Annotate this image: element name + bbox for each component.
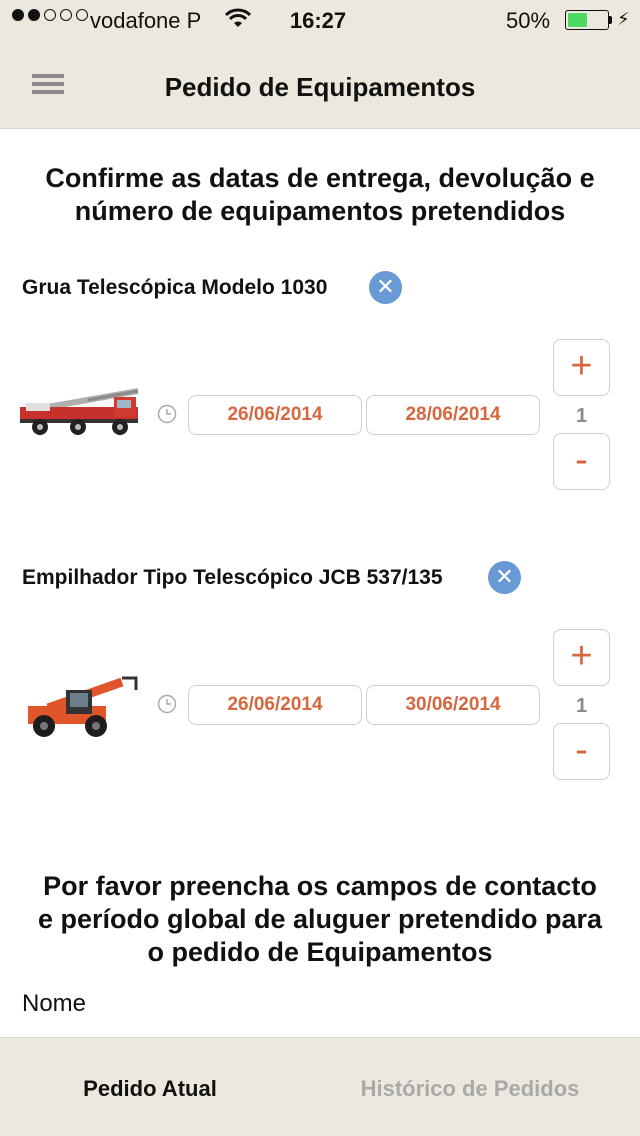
increase-quantity-button[interactable]: +: [553, 339, 610, 396]
remove-item-icon[interactable]: ✕: [488, 561, 521, 594]
page-title: Pedido de Equipamentos: [164, 72, 476, 102]
name-field-label: Nome: [22, 990, 87, 1017]
crane-truck-image: [18, 385, 144, 442]
contact-heading-line-3: o pedido de Equipamentos: [147, 937, 493, 967]
contact-heading-line-2: e período global de aluguer pretendido p…: [37, 904, 603, 934]
tab-current-order[interactable]: Pedido Atual: [0, 1076, 300, 1102]
intro-heading-line-2: número de equipamentos pretendidos: [74, 196, 566, 226]
remove-item-icon[interactable]: ✕: [369, 271, 402, 304]
start-date-field[interactable]: 26/06/2014: [188, 395, 362, 435]
clock-icon: [157, 404, 177, 424]
decrease-quantity-button[interactable]: -: [553, 723, 610, 780]
contact-heading: Por favor preencha os campos de contacto…: [0, 870, 640, 969]
end-date-field[interactable]: 30/06/2014: [366, 685, 540, 725]
increase-quantity-button[interactable]: +: [553, 629, 610, 686]
contact-heading-line-1: Por favor preencha os campos de contacto: [43, 871, 597, 901]
tab-order-history[interactable]: Histórico de Pedidos: [310, 1076, 630, 1102]
battery-percentage: 50%: [506, 8, 551, 33]
item-title: Empilhador Tipo Telescópico JCB 537/135: [22, 566, 443, 589]
battery-icon: [565, 10, 609, 30]
navigation-bar: Pedido de Equipamentos: [0, 40, 640, 129]
start-date-field[interactable]: 26/06/2014: [188, 685, 362, 725]
end-date-field[interactable]: 28/06/2014: [366, 395, 540, 435]
quantity-value: 1: [575, 695, 588, 717]
battery-tip: [609, 16, 612, 24]
telehandler-image: [18, 668, 144, 745]
charging-bolt-icon: ⚡: [617, 9, 630, 29]
status-bar: vodafone P 16:27 50% ⚡: [0, 0, 640, 40]
intro-heading-line-1: Confirme as datas de entrega, devolução …: [45, 163, 595, 193]
quantity-value: 1: [575, 405, 588, 427]
decrease-quantity-button[interactable]: -: [553, 433, 610, 490]
item-title: Grua Telescópica Modelo 1030: [22, 276, 328, 299]
clock-icon: [157, 694, 177, 714]
tab-bar: Pedido Atual Histórico de Pedidos: [0, 1037, 640, 1136]
intro-heading: Confirme as datas de entrega, devolução …: [0, 162, 640, 228]
